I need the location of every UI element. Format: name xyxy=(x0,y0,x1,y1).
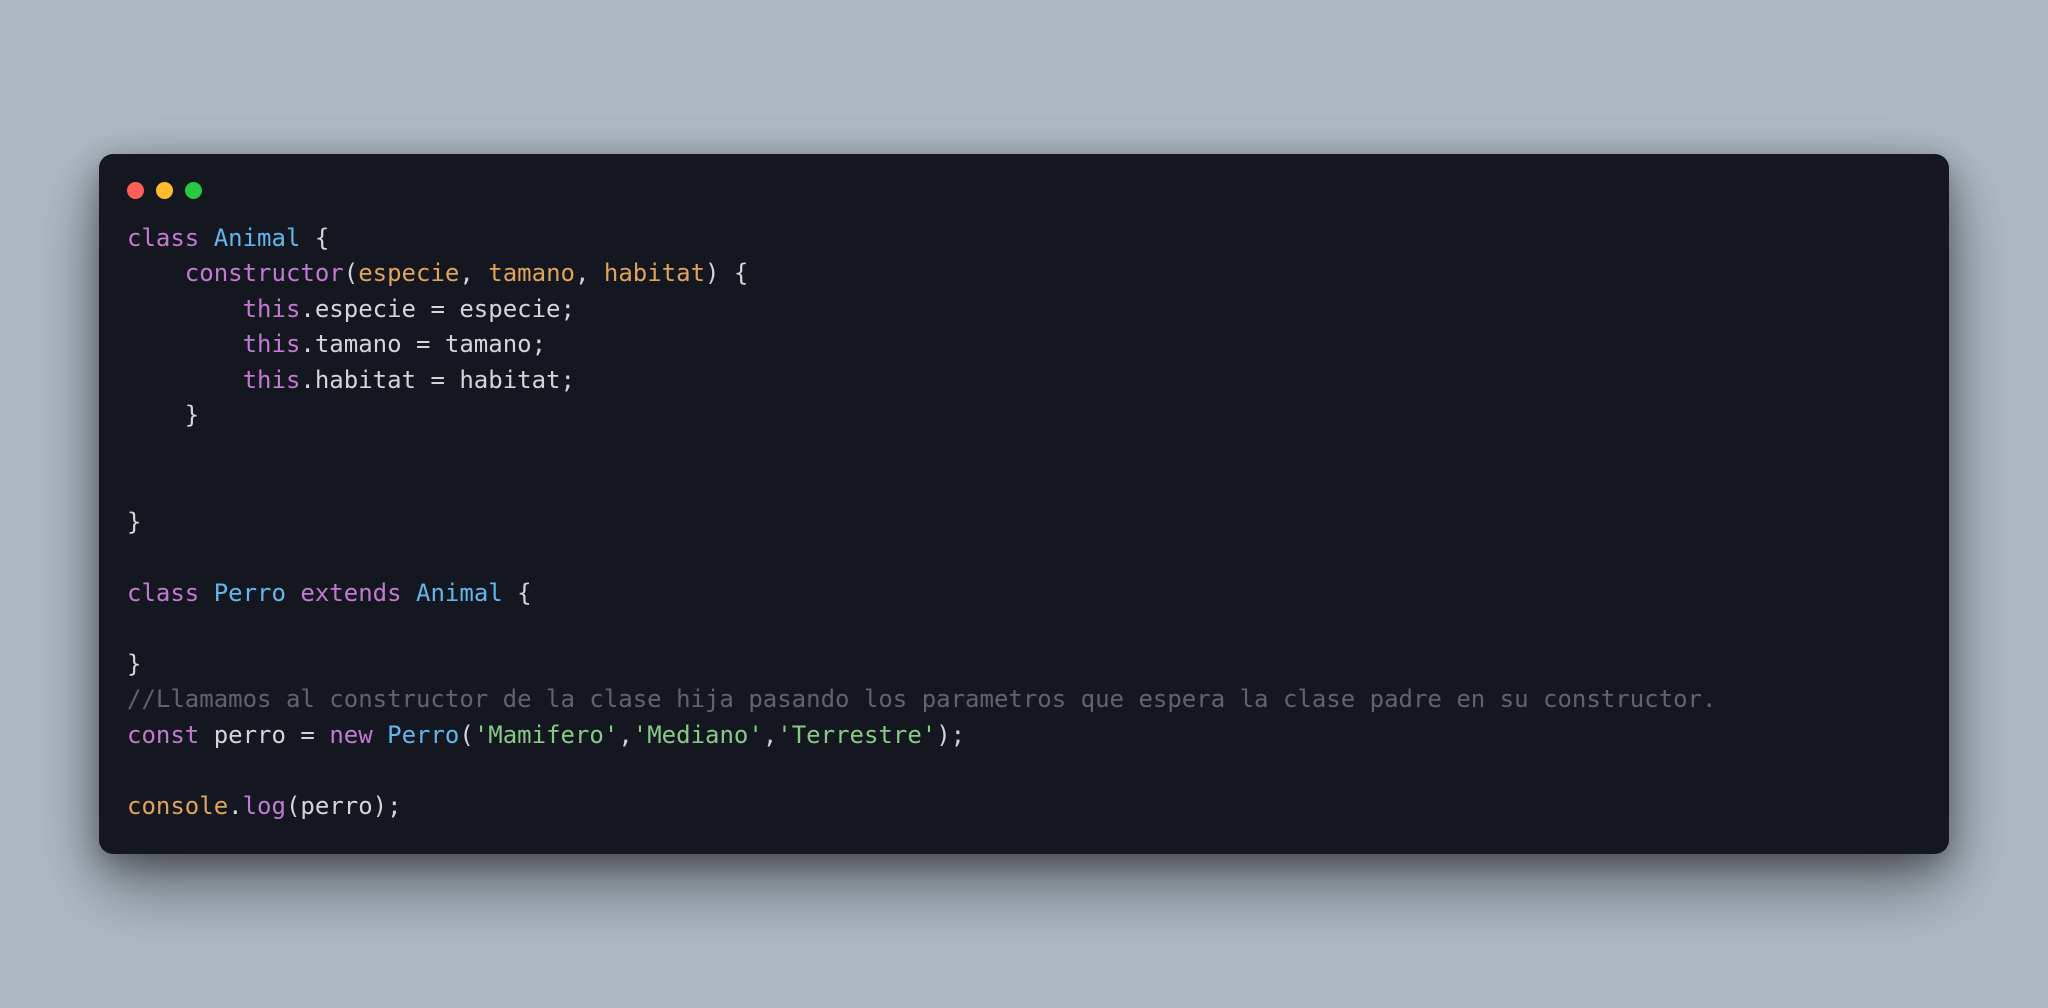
indent xyxy=(127,366,243,394)
dot: . xyxy=(300,330,314,358)
brace-close: } xyxy=(127,508,141,536)
paren: ( xyxy=(459,721,473,749)
window-titlebar xyxy=(99,178,1949,221)
keyword-class: class xyxy=(127,579,199,607)
var-perro: perro xyxy=(214,721,286,749)
paren-semi: ); xyxy=(936,721,965,749)
comma: , xyxy=(575,259,604,287)
dot: . xyxy=(300,366,314,394)
method-constructor: constructor xyxy=(185,259,344,287)
code-block: class Animal { constructor(especie, tama… xyxy=(99,221,1949,831)
rhs-tamano: tamano xyxy=(445,330,532,358)
prop-tamano: tamano xyxy=(315,330,402,358)
comment-line: //Llamamos al constructor de la clase hi… xyxy=(127,685,1716,713)
paren-brace: ) { xyxy=(705,259,748,287)
indent xyxy=(127,295,243,323)
indent xyxy=(127,259,185,287)
semicolon: ; xyxy=(561,366,575,394)
classname-animal: Animal xyxy=(416,579,503,607)
string-mediano: 'Mediano' xyxy=(633,721,763,749)
equals: = xyxy=(286,721,329,749)
dot: . xyxy=(300,295,314,323)
classname-perro: Perro xyxy=(214,579,286,607)
rhs-especie: especie xyxy=(459,295,560,323)
classname-animal: Animal xyxy=(214,224,301,252)
traffic-light-zoom-icon[interactable] xyxy=(185,182,202,199)
keyword-this: this xyxy=(243,330,301,358)
semicolon: ; xyxy=(532,330,546,358)
paren-semi: ); xyxy=(373,792,402,820)
traffic-light-minimize-icon[interactable] xyxy=(156,182,173,199)
prop-habitat: habitat xyxy=(315,366,416,394)
dot: . xyxy=(228,792,242,820)
rhs-habitat: habitat xyxy=(459,366,560,394)
object-console: console xyxy=(127,792,228,820)
brace-close: } xyxy=(127,650,141,678)
equals: = xyxy=(402,330,445,358)
string-mamifero: 'Mamifero' xyxy=(474,721,619,749)
keyword-extends: extends xyxy=(300,579,401,607)
brace: { xyxy=(300,224,329,252)
paren: ( xyxy=(344,259,358,287)
indent xyxy=(127,330,243,358)
arg-perro: perro xyxy=(300,792,372,820)
param-habitat: habitat xyxy=(604,259,705,287)
keyword-new: new xyxy=(329,721,372,749)
keyword-class: class xyxy=(127,224,199,252)
equals: = xyxy=(416,295,459,323)
comma: , xyxy=(618,721,632,749)
param-tamano: tamano xyxy=(488,259,575,287)
semicolon: ; xyxy=(561,295,575,323)
code-window: class Animal { constructor(especie, tama… xyxy=(99,154,1949,855)
keyword-const: const xyxy=(127,721,199,749)
method-log: log xyxy=(243,792,286,820)
comma: , xyxy=(763,721,777,749)
brace: { xyxy=(503,579,532,607)
brace-close: } xyxy=(127,401,199,429)
classname-perro: Perro xyxy=(387,721,459,749)
prop-especie: especie xyxy=(315,295,416,323)
comma: , xyxy=(459,259,488,287)
param-especie: especie xyxy=(358,259,459,287)
string-terrestre: 'Terrestre' xyxy=(777,721,936,749)
equals: = xyxy=(416,366,459,394)
traffic-light-close-icon[interactable] xyxy=(127,182,144,199)
keyword-this: this xyxy=(243,295,301,323)
keyword-this: this xyxy=(243,366,301,394)
paren: ( xyxy=(286,792,300,820)
